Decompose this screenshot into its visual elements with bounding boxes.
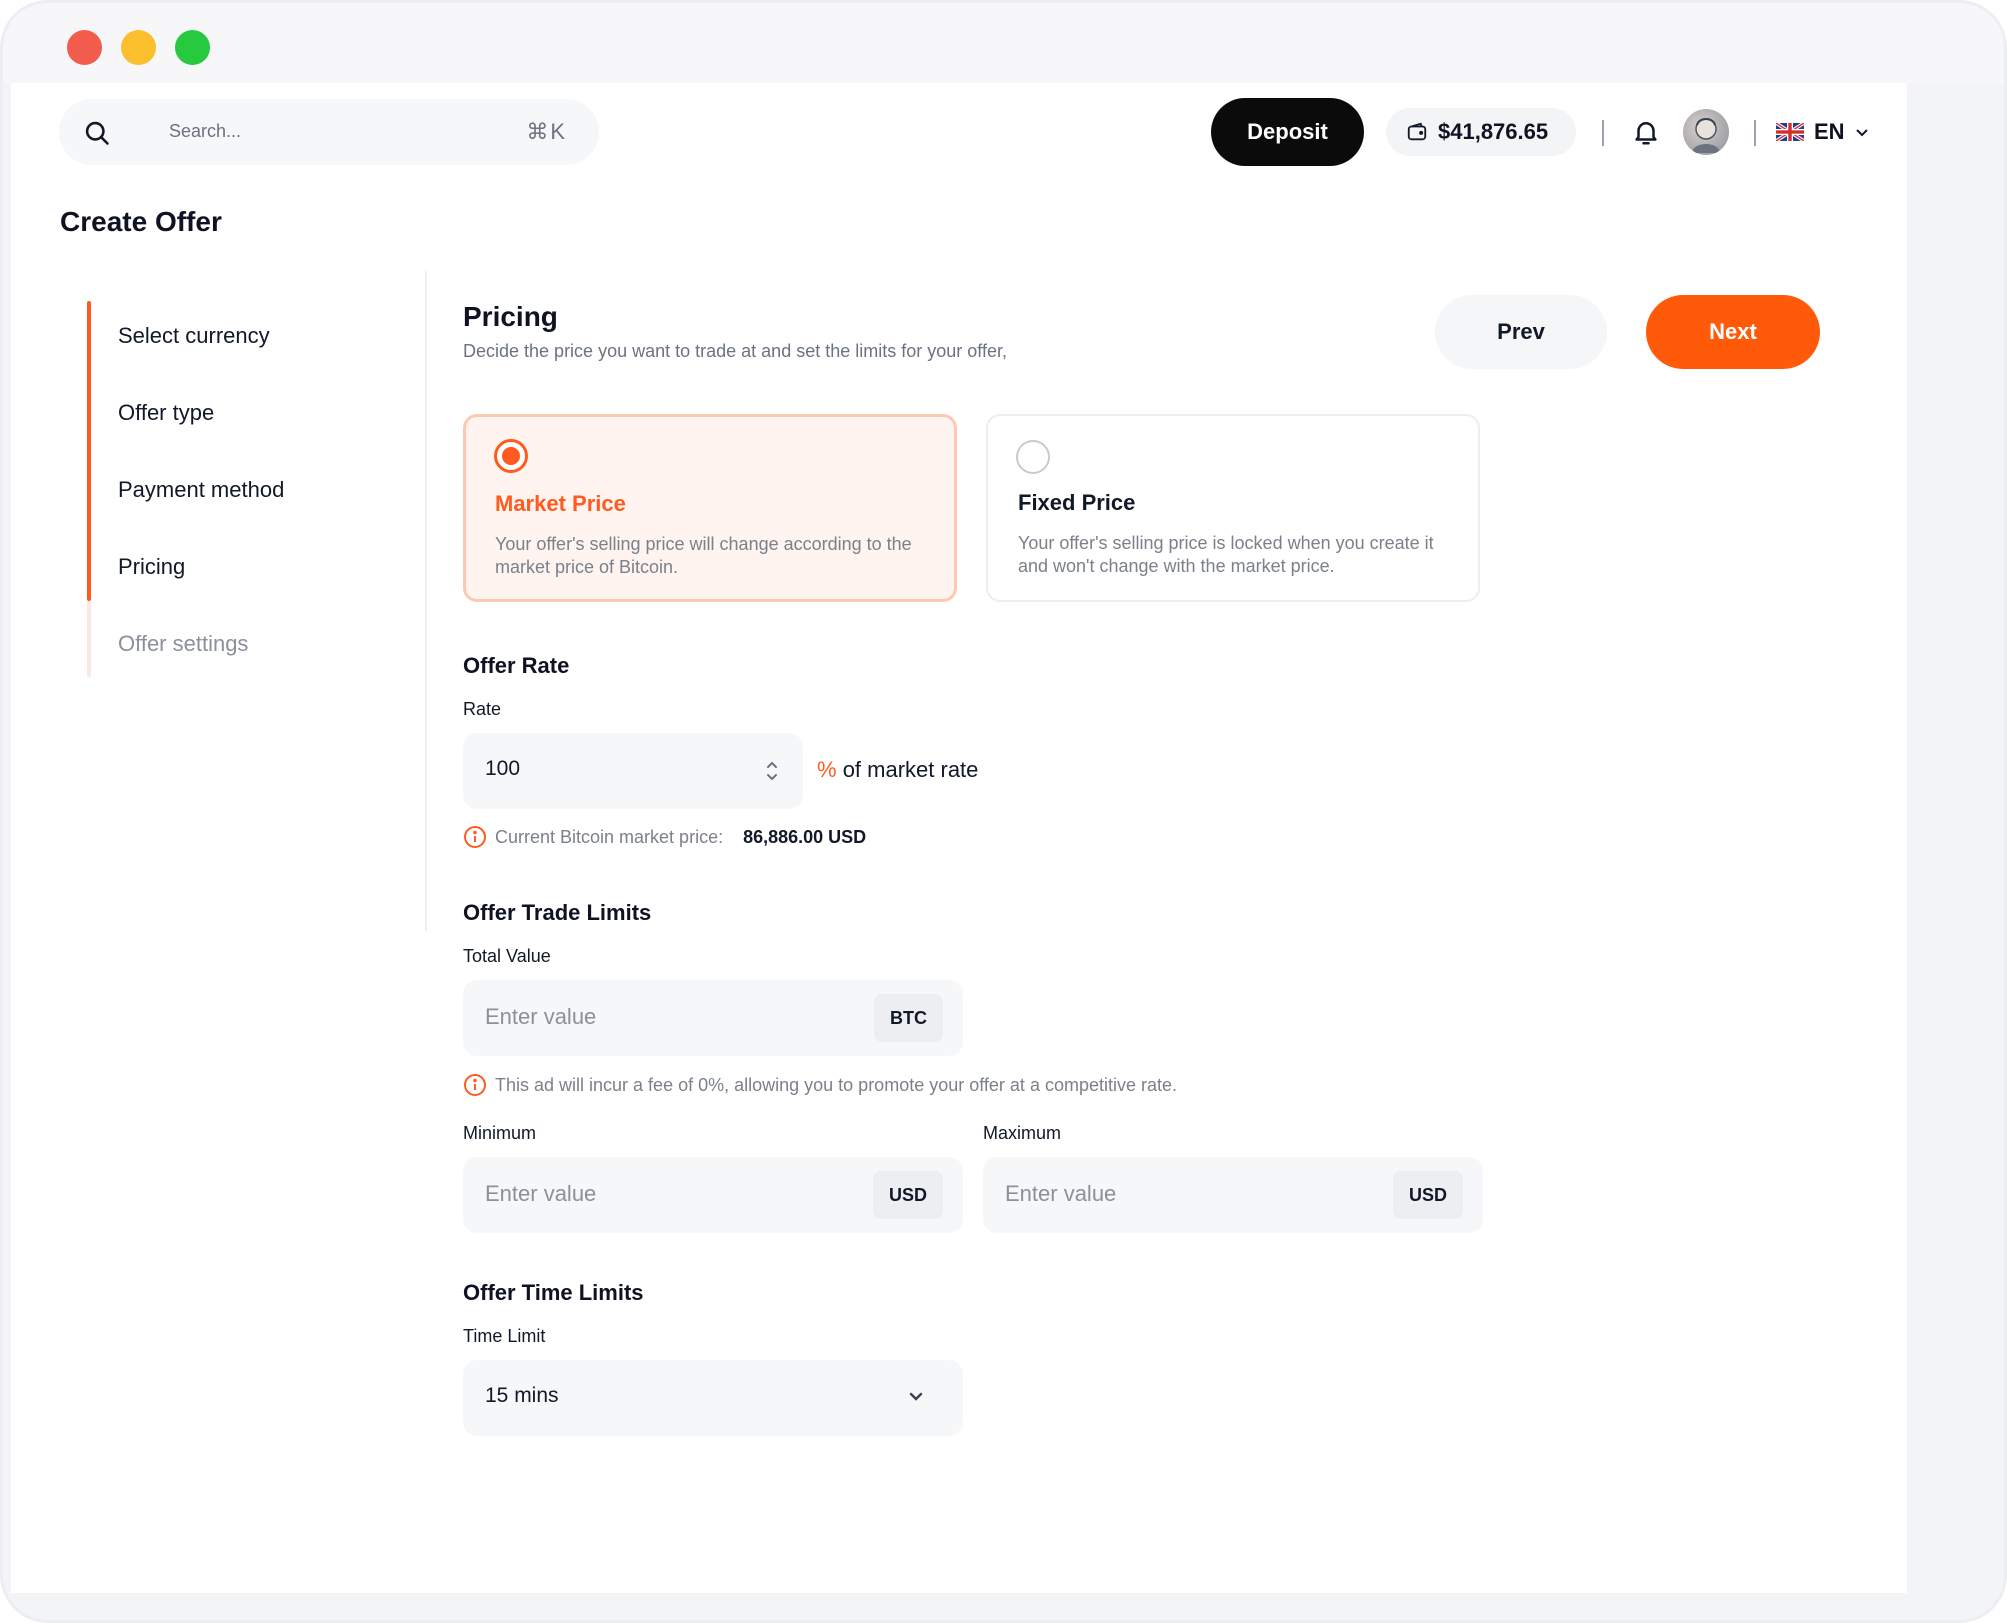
pricing-subtitle: Decide the price you want to trade at an… [463, 341, 1007, 361]
notification-bell-icon[interactable] [1631, 117, 1661, 147]
info-icon [464, 826, 486, 848]
percent-symbol: % [817, 757, 837, 782]
time-limit-label: Time Limit [463, 1326, 546, 1346]
main-content: Search... ⌘K Deposit $41,876.65 EN Creat… [11, 83, 1907, 1593]
maximum-placeholder: Enter value [1005, 1181, 1117, 1206]
rate-input[interactable]: 100 [463, 733, 803, 809]
usd-unit-badge: USD [1392, 1171, 1463, 1219]
maximum-input[interactable]: Enter value USD [983, 1157, 1483, 1233]
step-offer-settings[interactable]: Offer settings [118, 631, 248, 657]
user-avatar[interactable] [1683, 109, 1729, 155]
step-pricing[interactable]: Pricing [118, 554, 185, 580]
search-bar[interactable]: Search... ⌘K [59, 99, 599, 165]
window-right-edge [1907, 83, 2004, 1593]
chevron-down-icon [1855, 129, 1868, 137]
header-divider-2 [1754, 120, 1756, 146]
rate-unit-text: % of market rate [817, 757, 978, 783]
stepper-arrows-icon[interactable] [763, 757, 781, 785]
fixed-price-description: Your offer's selling price is locked whe… [1018, 533, 1434, 576]
close-window-button[interactable] [67, 30, 102, 65]
minimum-placeholder: Enter value [485, 1181, 597, 1206]
language-selector[interactable]: EN [1776, 115, 1869, 149]
market-price-value: 86,886.00 USD [743, 826, 867, 847]
market-price-label: Current Bitcoin market price: [495, 826, 724, 847]
fee-info: This ad will incur a fee of 0%, allowing… [463, 1073, 1177, 1097]
fixed-price-option[interactable]: Fixed Price Your offer's selling price i… [986, 414, 1480, 602]
fixed-price-title: Fixed Price [1018, 490, 1136, 515]
title-bar [3, 3, 2004, 83]
maximize-window-button[interactable] [175, 30, 210, 65]
market-price-title: Market Price [495, 491, 626, 516]
maximum-label: Maximum [983, 1123, 1062, 1143]
info-icon [464, 1074, 486, 1096]
section-divider [425, 271, 427, 931]
market-price-description: Your offer's selling price will change a… [495, 534, 912, 577]
stepper-remaining-line [87, 601, 91, 677]
time-limits-heading: Offer Time Limits [463, 1280, 644, 1305]
deposit-button[interactable]: Deposit [1211, 98, 1364, 166]
search-input[interactable]: Search... [169, 121, 241, 142]
step-offer-type[interactable]: Offer type [118, 400, 214, 426]
wallet-balance[interactable]: $41,876.65 [1386, 108, 1576, 156]
btc-unit-badge: BTC [874, 994, 943, 1042]
usd-unit-badge: USD [872, 1171, 943, 1219]
minimum-input[interactable]: Enter value USD [463, 1157, 963, 1233]
chevron-down-icon [909, 1392, 923, 1401]
pricing-title: Pricing [463, 301, 558, 332]
fee-note: This ad will incur a fee of 0%, allowing… [495, 1074, 1178, 1095]
next-button[interactable]: Next [1646, 295, 1820, 369]
search-icon [85, 121, 109, 145]
market-price-option[interactable]: Market Price Your offer's selling price … [463, 414, 957, 602]
wallet-icon [1407, 122, 1427, 141]
step-payment-method[interactable]: Payment method [118, 477, 284, 503]
language-code: EN [1814, 119, 1845, 144]
prev-button[interactable]: Prev [1435, 295, 1607, 369]
offer-rate-heading: Offer Rate [463, 653, 570, 678]
total-value-label: Total Value [463, 946, 551, 966]
fixed-price-radio[interactable] [1016, 440, 1050, 474]
time-limit-value: 15 mins [485, 1384, 559, 1407]
trade-limits-heading: Offer Trade Limits [463, 900, 652, 925]
total-value-input[interactable]: Enter value BTC [463, 980, 963, 1056]
step-select-currency[interactable]: Select currency [118, 323, 270, 349]
total-value-placeholder: Enter value [485, 1004, 597, 1029]
avatar-image-icon [1692, 118, 1720, 153]
market-price-radio[interactable] [494, 439, 528, 473]
uk-flag-icon [1776, 123, 1804, 141]
rate-label: Rate [463, 699, 502, 719]
stepper-progress-line [87, 301, 91, 601]
time-limit-select[interactable]: 15 mins [463, 1360, 963, 1436]
header-divider [1602, 120, 1604, 146]
page-title: Create Offer [60, 206, 222, 237]
minimum-label: Minimum [463, 1123, 537, 1143]
minimize-window-button[interactable] [121, 30, 156, 65]
market-price-info: Current Bitcoin market price: 86,886.00 … [463, 825, 866, 849]
app-window: Search... ⌘K Deposit $41,876.65 EN Creat… [0, 0, 2007, 1623]
market-rate-suffix: of market rate [842, 757, 979, 782]
balance-amount: $41,876.65 [1438, 119, 1549, 144]
rate-value: 100 [485, 757, 521, 780]
search-shortcut: ⌘K [526, 119, 567, 144]
